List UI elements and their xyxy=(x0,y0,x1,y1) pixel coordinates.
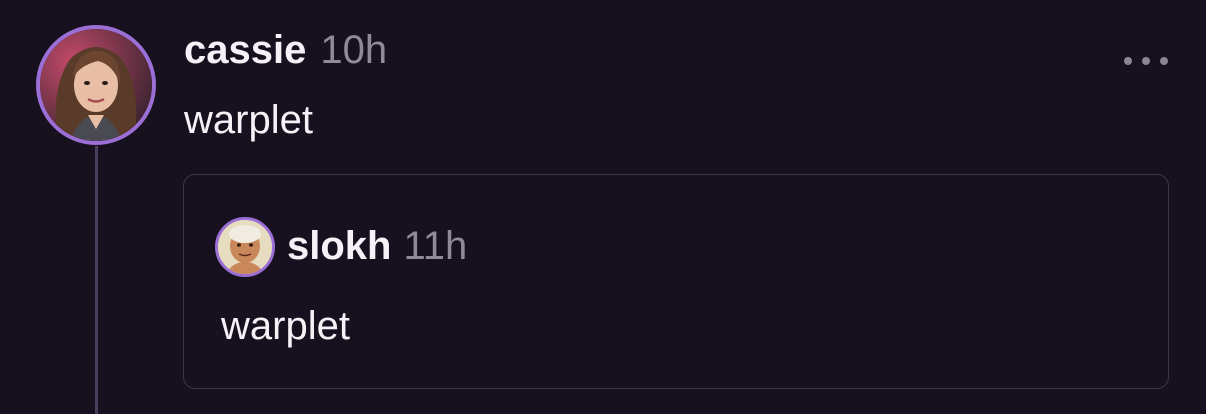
cartoon-face-icon xyxy=(218,220,272,274)
post-header: cassie 10h xyxy=(184,28,387,73)
cast-post[interactable]: cassie 10h warplet slokh 11h warplet xyxy=(0,0,1206,414)
author-username[interactable]: cassie xyxy=(184,28,306,73)
quoted-author-avatar[interactable] xyxy=(215,217,275,277)
post-text: warplet xyxy=(184,98,313,142)
more-options-icon[interactable] xyxy=(1124,53,1168,69)
profile-photo-icon xyxy=(40,29,152,141)
dot xyxy=(1160,57,1168,65)
dot xyxy=(1124,57,1132,65)
quoted-author-username[interactable]: slokh xyxy=(287,224,391,269)
post-timestamp[interactable]: 10h xyxy=(320,28,387,73)
quoted-timestamp[interactable]: 11h xyxy=(403,224,467,269)
quoted-header: slokh 11h xyxy=(287,224,467,269)
dot xyxy=(1142,57,1150,65)
quoted-cast[interactable]: slokh 11h warplet xyxy=(183,174,1169,389)
thread-line xyxy=(95,146,98,414)
quoted-text: warplet xyxy=(221,304,350,348)
author-avatar[interactable] xyxy=(36,25,156,145)
